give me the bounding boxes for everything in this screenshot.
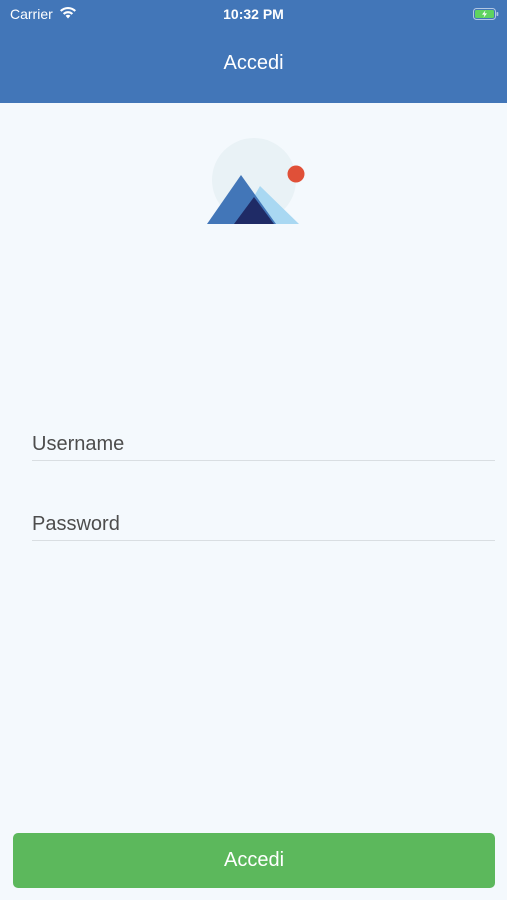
username-field-container bbox=[32, 430, 495, 461]
status-bar: Carrier 10:32 PM bbox=[0, 0, 507, 28]
status-time: 10:32 PM bbox=[223, 6, 284, 22]
page-title: Accedi bbox=[223, 52, 284, 74]
password-input[interactable] bbox=[32, 510, 495, 538]
username-input[interactable] bbox=[32, 430, 495, 458]
login-button[interactable]: Accedi bbox=[13, 833, 495, 888]
navigation-header: Carrier 10:32 PM Accedi bbox=[0, 0, 507, 103]
mountain-logo-icon bbox=[204, 136, 308, 228]
password-field-container bbox=[32, 510, 495, 541]
battery-charging-icon bbox=[473, 7, 499, 20]
